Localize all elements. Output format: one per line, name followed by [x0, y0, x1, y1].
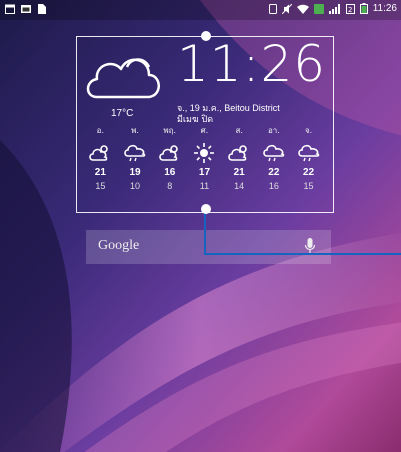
home-screen: 2 11:26 17°C 11:26 จ., 19 ม.ค., Beitou D… — [0, 0, 401, 452]
callout-line — [204, 214, 401, 255]
